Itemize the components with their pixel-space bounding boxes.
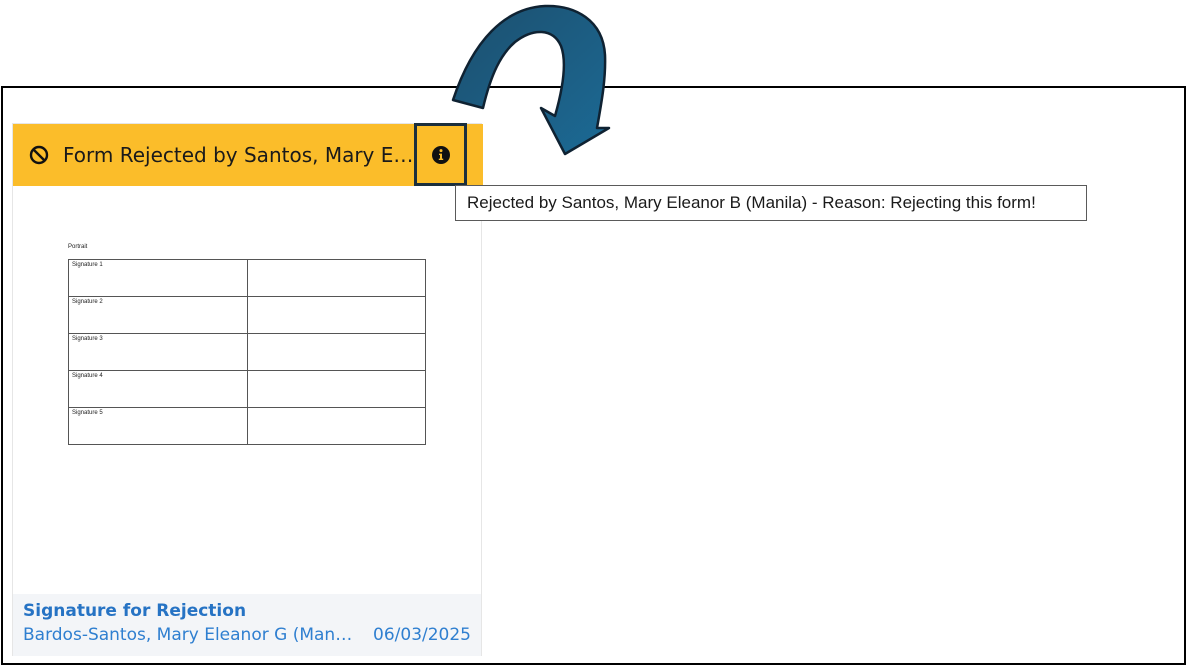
submitted-date: 06/03/2025 — [373, 625, 471, 645]
rejection-tooltip: Rejected by Santos, Mary Eleanor B (Mani… — [455, 185, 1087, 221]
submitter-name: Bardos-Santos, Mary Eleanor G (Manila) — [23, 625, 353, 645]
form-card[interactable]: Form Rejected by Santos, Mary Eleanor B … — [12, 123, 483, 656]
signature-cell — [247, 370, 426, 408]
document-title: Portrait — [68, 244, 88, 250]
table-row: Signature 4 — [68, 370, 426, 408]
table-row: Signature 2 — [68, 296, 426, 334]
page: Form Rejected by Santos, Mary Eleanor B … — [0, 0, 1190, 668]
signature-label: Signature 5 — [68, 407, 248, 445]
signature-label: Signature 2 — [68, 296, 248, 334]
curved-arrow-icon — [451, 4, 611, 156]
signature-label: Signature 4 — [68, 370, 248, 408]
signature-cell — [247, 259, 426, 297]
signature-label: Signature 1 — [68, 259, 248, 297]
block-icon — [29, 145, 49, 165]
form-title-link[interactable]: Signature for Rejection — [23, 601, 246, 621]
signature-label: Signature 3 — [68, 333, 248, 371]
table-row: Signature 5 — [68, 407, 426, 445]
signature-cell — [247, 333, 426, 371]
signature-table: Signature 1 Signature 2 Signature 3 Sign… — [68, 259, 426, 445]
table-row: Signature 1 — [68, 259, 426, 297]
signature-cell — [247, 296, 426, 334]
rejection-banner: Form Rejected by Santos, Mary Eleanor B … — [13, 123, 483, 186]
card-footer[interactable]: Signature for Rejection Bardos-Santos, M… — [13, 594, 481, 656]
document-preview[interactable]: Portrait Signature 1 Signature 2 Signatu… — [13, 186, 481, 594]
signature-cell — [247, 407, 426, 445]
table-row: Signature 3 — [68, 333, 426, 371]
rejection-status-text: Form Rejected by Santos, Mary Eleanor B … — [63, 143, 415, 167]
